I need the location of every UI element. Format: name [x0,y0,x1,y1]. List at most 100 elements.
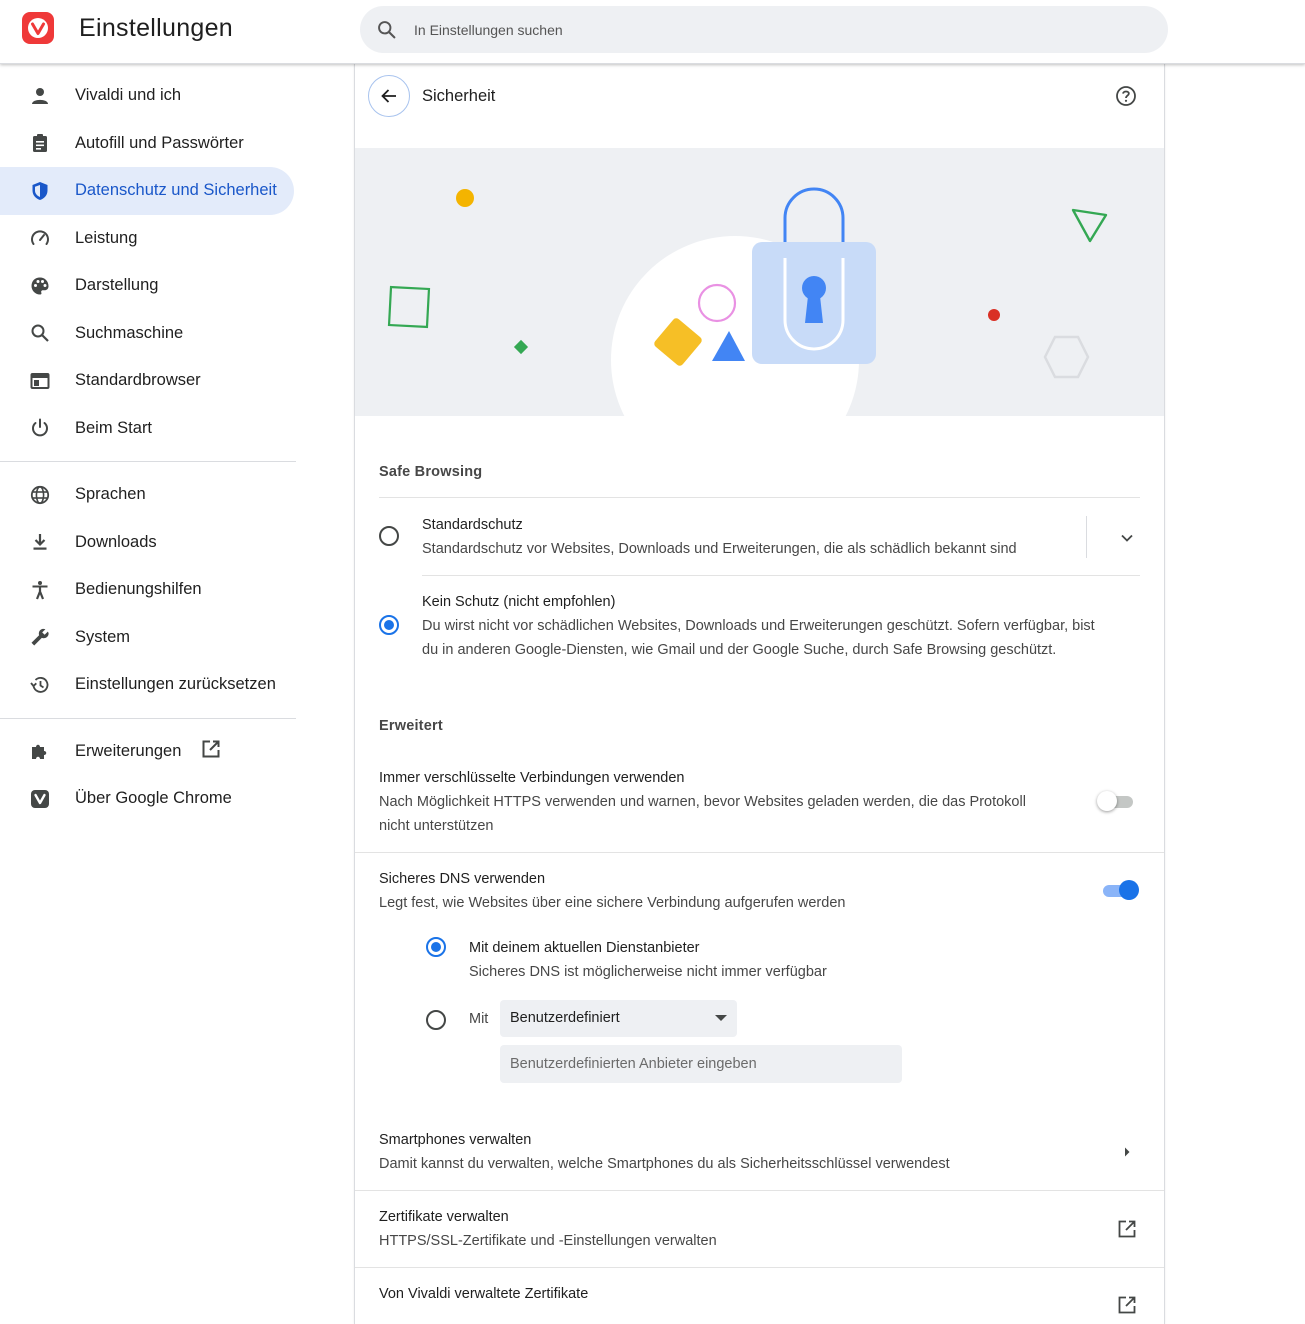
dns-toggle[interactable] [1101,879,1139,901]
divider [355,1267,1164,1268]
sidebar-item-suchmaschine[interactable]: Suchmaschine [0,310,294,358]
dns-current-description: Sicheres DNS ist möglicherweise nicht im… [469,964,827,980]
wrench-icon [28,625,52,649]
sidebar-divider [0,461,296,462]
sidebar-item-bedienungshilfen[interactable]: Bedienungshilfen [0,566,294,614]
https-description-line1: Nach Möglichkeit HTTPS verwenden und war… [379,794,1026,810]
page-title: Sicherheit [422,87,496,105]
sidebar-item-standardbrowser[interactable]: Standardbrowser [0,357,294,405]
https-toggle[interactable] [1097,790,1135,812]
divider [355,852,1164,853]
dns-custom-provider-input[interactable] [500,1045,902,1083]
sidebar-item-label: System [75,627,131,646]
arrow-right-icon[interactable] [1117,1142,1137,1162]
sidebar-item-erweiterungen[interactable]: Erweiterungen [0,728,294,776]
radio-dns-custom[interactable] [426,1010,446,1030]
divider [379,497,1140,498]
divider [355,1190,1164,1191]
sidebar-item-autofill[interactable]: Autofill und Passwörter [0,120,294,168]
dns-title: Sicheres DNS verwenden [379,871,546,887]
palette-icon [28,274,52,298]
search-icon [28,321,52,345]
sidebar-item-label: Suchmaschine [75,323,184,342]
sidebar-item-label: Beim Start [75,418,153,437]
sidebar-item-label: Darstellung [75,276,159,295]
sidebar-item-label: Über Google Chrome [75,789,232,808]
chevron-down-icon[interactable] [1117,528,1137,548]
advanced-heading: Erweitert [379,718,443,734]
history-icon [28,673,52,697]
sidebar-item-label: Autofill und Passwörter [75,133,244,152]
vivaldi-logo-icon [22,12,54,44]
dns-current-title: Mit deinem aktuellen Dienstanbieter [469,940,700,956]
speedometer-icon [28,226,52,250]
sidebar-item-label: Sprachen [75,485,146,504]
arrow-back-icon [381,89,396,103]
phones-description: Damit kannst du verwalten, welche Smartp… [379,1156,950,1172]
sidebar-item-leistung[interactable]: Leistung [0,215,294,263]
sidebar-item-label: Vivaldi und ich [75,86,182,105]
sidebar-item-sprachen[interactable]: Sprachen [0,471,294,519]
back-button[interactable] [368,75,410,117]
help-icon[interactable] [1115,85,1137,107]
radio-dns-current-provider[interactable] [426,937,446,957]
standardschutz-description: Standardschutz vor Websites, Downloads u… [422,541,1017,557]
search-input[interactable] [414,6,1134,53]
lock-illustration [387,187,1108,416]
sidebar-item-label: Bedienungshilfen [75,580,202,599]
app-title: Einstellungen [79,14,234,42]
sidebar-item-label: Datenschutz und Sicherheit [75,181,277,200]
search-box[interactable] [360,6,1168,53]
sidebar-item-label: Standardbrowser [75,371,201,390]
https-title: Immer verschlüsselte Verbindungen verwen… [379,770,685,786]
sidebar: Vivaldi und ich Autofill und Passwörter … [0,64,300,823]
download-icon [28,530,52,554]
top-bar: Einstellungen [0,0,1305,64]
radio-kein-schutz[interactable] [379,615,399,635]
browser-window-icon [28,369,52,393]
vivaldi-certs-title: Von Vivaldi verwaltete Zertifikate [379,1286,589,1302]
sidebar-item-label: Downloads [75,532,157,551]
dropdown-arrow-icon [715,1015,727,1021]
accessibility-icon [28,578,52,602]
dns-provider-select[interactable]: Benutzerdefiniert [500,1000,737,1037]
search-icon [376,19,397,45]
sidebar-item-zuruecksetzen[interactable]: Einstellungen zurücksetzen [0,661,294,709]
sidebar-item-datenschutz[interactable]: Datenschutz und Sicherheit [0,167,294,215]
open-in-new-icon[interactable] [1117,1295,1137,1315]
certs-description: HTTPS/SSL-Zertifikate und -Einstellungen… [379,1233,717,1249]
safe-browsing-heading: Safe Browsing [379,464,483,480]
sidebar-item-label: Einstellungen zurücksetzen [75,675,276,694]
certs-title: Zertifikate verwalten [379,1209,509,1225]
sidebar-item-darstellung[interactable]: Darstellung [0,262,294,310]
divider [422,575,1140,576]
globe-icon [28,483,52,507]
sidebar-item-label: Erweiterungen [75,741,182,760]
sidebar-item-beim-start[interactable]: Beim Start [0,405,294,453]
phones-title: Smartphones verwalten [379,1132,532,1148]
open-in-new-icon [201,739,221,764]
security-illustration [355,148,1164,416]
puzzle-icon [28,739,52,763]
power-icon [28,416,52,440]
vivaldi-icon [28,787,52,811]
settings-panel: Sicherheit Safe Browsing Standardschutz … [354,64,1165,1324]
shield-icon [28,179,52,203]
sidebar-divider [0,717,296,719]
https-description-line2: nicht unterstützen [379,818,494,834]
person-icon [28,84,52,108]
sidebar-item-ueber[interactable]: Über Google Chrome [0,775,294,823]
kein-schutz-title: Kein Schutz (nicht empfohlen) [422,594,616,610]
radio-standardschutz[interactable] [379,526,399,546]
dns-description: Legt fest, wie Websites über eine sicher… [379,895,846,911]
sidebar-item-downloads[interactable]: Downloads [0,519,294,567]
open-in-new-icon[interactable] [1117,1219,1137,1239]
sidebar-item-vivaldi-und-ich[interactable]: Vivaldi und ich [0,72,294,120]
sidebar-item-system[interactable]: System [0,614,294,662]
dns-custom-prefix: Mit [469,1011,489,1027]
sidebar-item-label: Leistung [75,228,138,247]
kein-schutz-description-line1: Du wirst nicht vor schädlichen Websites,… [422,618,1095,634]
kein-schutz-description-line2: du in anderen Google-Diensten, wie Gmail… [422,642,1057,658]
divider [1086,516,1087,558]
standardschutz-title: Standardschutz [422,517,523,533]
